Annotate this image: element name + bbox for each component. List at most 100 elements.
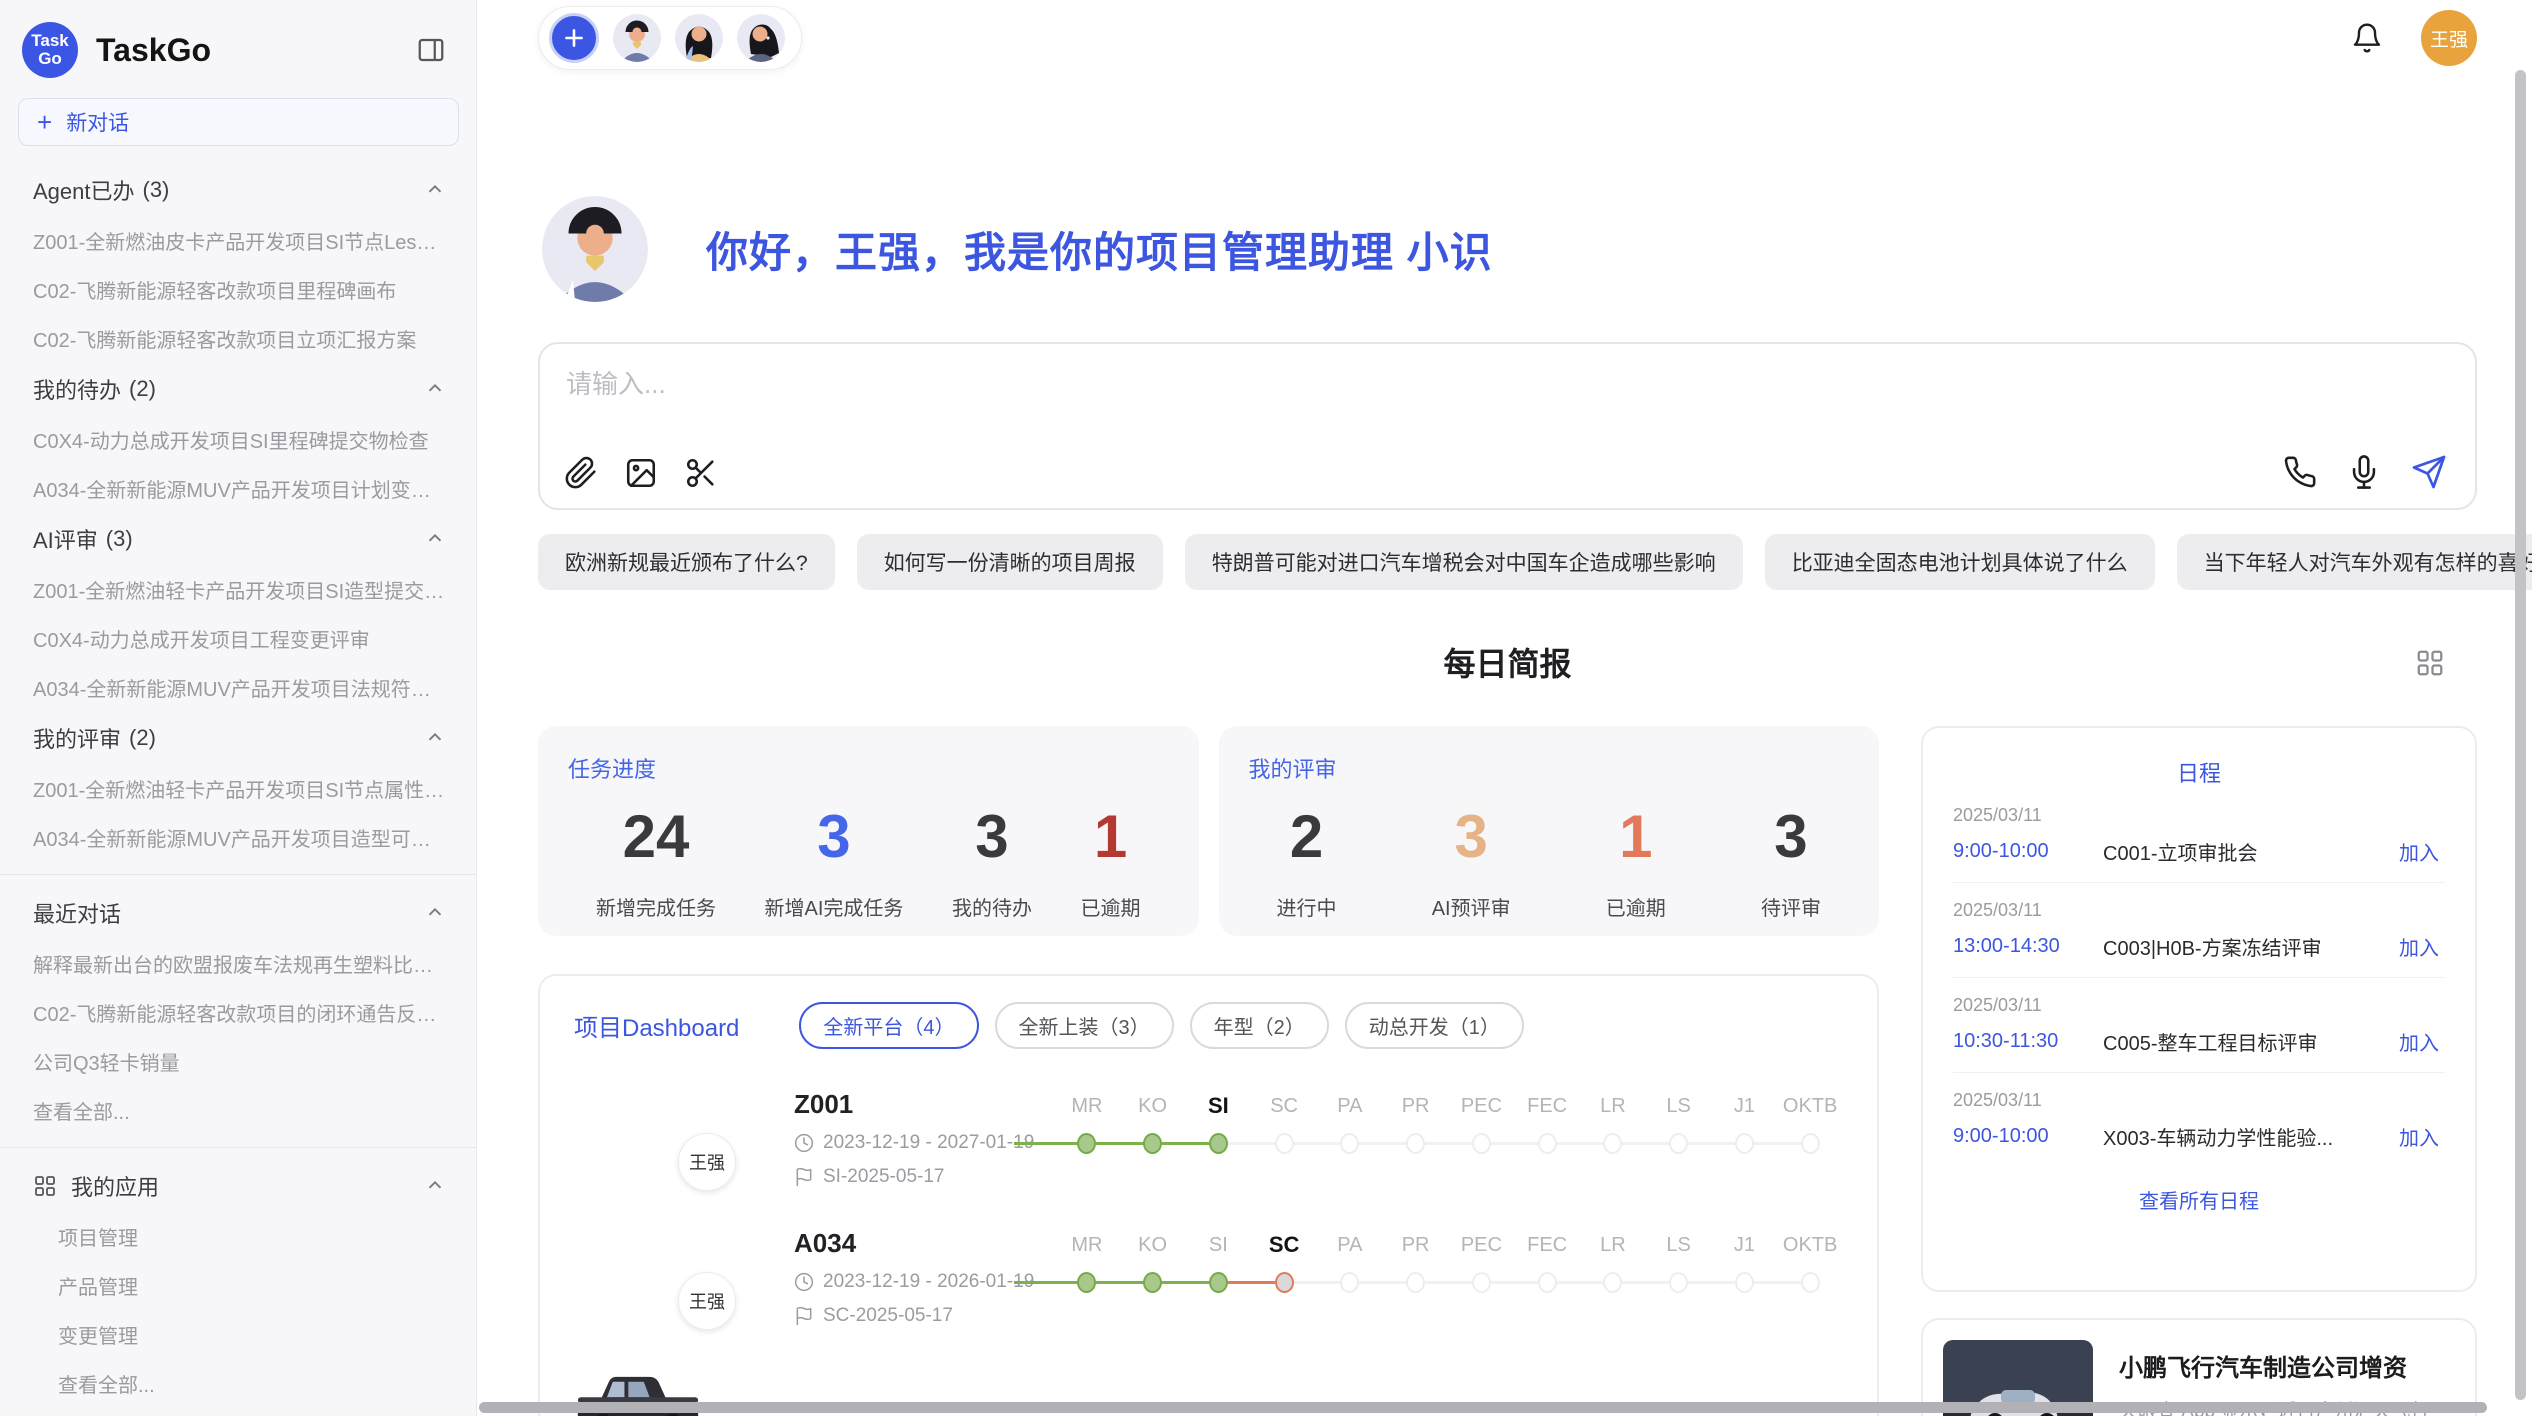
sidebar-section-header[interactable]: AI评审 (3): [0, 513, 476, 565]
milestone-dot: [1538, 1133, 1557, 1154]
horizontal-scrollbar[interactable]: [479, 1402, 2487, 1413]
sidebar-item[interactable]: 公司Q3轻卡销量: [0, 1037, 476, 1086]
apps-see-all[interactable]: 查看全部...: [0, 1359, 476, 1408]
join-button[interactable]: 加入: [2393, 836, 2445, 867]
suggestion-chip[interactable]: 如何写一份清晰的项目周报: [857, 534, 1163, 590]
sidebar-item[interactable]: 项目管理: [0, 1212, 476, 1261]
dashboard-tabs: 全新平台（4） 全新上装（3） 年型（2） 动总开发（1）: [799, 1002, 1524, 1049]
suggestion-chip[interactable]: 特朗普可能对进口汽车增税会对中国车企造成哪些影响: [1185, 534, 1743, 590]
bell-icon[interactable]: [2347, 18, 2387, 58]
project-dashboard-title: 项目Dashboard: [574, 1008, 739, 1043]
phone-icon[interactable]: [2283, 455, 2317, 489]
stat: 1 已逾期: [1081, 804, 1141, 921]
clock-icon: [794, 1272, 814, 1292]
join-button[interactable]: 加入: [2393, 931, 2445, 962]
sidebar-link[interactable]: 我的云空间: [0, 1408, 476, 1416]
sidebar-section-header[interactable]: 我的待办 (2): [0, 363, 476, 415]
add-conversation-button[interactable]: [549, 13, 599, 63]
milestone-label: LR: [1600, 1230, 1626, 1260]
project-row[interactable]: 王强 Z001 2023-12-19 - 2027-01-19 SI-2025-…: [574, 1089, 1843, 1188]
sidebar-item[interactable]: 产品管理: [0, 1261, 476, 1310]
plus-icon: +: [37, 107, 52, 138]
sidebar-section-header[interactable]: 我的评审 (2): [0, 712, 476, 764]
chat-input[interactable]: [564, 362, 1923, 436]
divider: [0, 874, 476, 875]
milestone-label: LS: [1666, 1230, 1690, 1260]
sidebar-item[interactable]: C0X4-动力总成开发项目工程变更评审: [0, 614, 476, 663]
section-count: (2): [129, 725, 156, 751]
section-title: 我的应用: [71, 1170, 159, 1202]
new-chat-button[interactable]: + 新对话: [18, 98, 459, 146]
dashboard-tab[interactable]: 动总开发（1）: [1345, 1002, 1524, 1049]
image-icon[interactable]: [624, 456, 658, 490]
layout-grid-icon[interactable]: [2411, 644, 2449, 682]
vertical-scrollbar[interactable]: [2515, 70, 2526, 1400]
section-title: 最近对话: [33, 897, 121, 929]
sidebar-item[interactable]: A034-全新新能源MUV产品开发项目法规符合性评审: [0, 663, 476, 712]
sidebar-section-header[interactable]: Agent已办 (3): [0, 164, 476, 216]
milestone-label: SI: [1208, 1091, 1229, 1121]
news-title: 小鹏飞行汽车制造公司增资: [2119, 1348, 2455, 1383]
user-avatar[interactable]: 王强: [2421, 10, 2477, 66]
my-apps-header[interactable]: 我的应用: [0, 1160, 476, 1212]
suggestion-chip[interactable]: 比亚迪全固态电池计划具体说了什么: [1765, 534, 2155, 590]
stat-value: 3: [975, 804, 1008, 870]
milestone-dot: [1275, 1272, 1294, 1293]
avatar[interactable]: [675, 14, 723, 62]
milestone-dot: [1406, 1272, 1425, 1293]
dashboard-tab[interactable]: 全新上装（3）: [995, 1002, 1174, 1049]
recent-chats-header[interactable]: 最近对话: [0, 887, 476, 939]
sidebar-item[interactable]: C02-飞腾新能源轻客改款项目立项汇报方案: [0, 314, 476, 363]
milestone: OKTB: [1777, 1230, 1843, 1293]
chevron-up-icon: [424, 1175, 446, 1197]
sidebar-item[interactable]: A034-全新新能源MUV产品开发项目计划变更表编写: [0, 464, 476, 513]
sidebar-item[interactable]: Z001-全新燃油轻卡产品开发项目SI造型提交物评审: [0, 565, 476, 614]
milestone-dot: [1735, 1272, 1754, 1293]
sidebar-item[interactable]: 解释最新出台的欧盟报废车法规再生塑料比例被调至15%...: [0, 939, 476, 988]
milestone-label: LR: [1600, 1091, 1626, 1121]
suggestion-chip[interactable]: 当下年轻人对汽车外观有怎样的喜好趋势: [2177, 534, 2532, 590]
scissors-icon[interactable]: [684, 456, 718, 490]
sidebar-item[interactable]: 变更管理: [0, 1310, 476, 1359]
schedule-time: 13:00-14:30: [1953, 935, 2081, 958]
sidebar-item[interactable]: Z001-全新燃油轻卡产品开发项目SI节点属性5D文件评审: [0, 764, 476, 813]
stat-label: 已逾期: [1081, 892, 1141, 921]
sidebar-item[interactable]: C02-飞腾新能源轻客改款项目的闭环通告反馈情况: [0, 988, 476, 1037]
milestone-label: PA: [1337, 1091, 1362, 1121]
view-all-schedule-link[interactable]: 查看所有日程: [1953, 1185, 2445, 1214]
logo-line1: Task: [31, 32, 69, 50]
join-button[interactable]: 加入: [2393, 1121, 2445, 1152]
mic-icon[interactable]: [2347, 455, 2381, 489]
milestone-dot: [1143, 1272, 1162, 1293]
milestone-dot: [1538, 1272, 1557, 1293]
project-rows: 王强 Z001 2023-12-19 - 2027-01-19 SI-2025-…: [574, 1089, 1843, 1327]
sidebar-item[interactable]: A034-全新新能源MUV产品开发项目造型可行性评审: [0, 813, 476, 862]
daily-briefing-title: 每日简报: [1443, 639, 1571, 685]
dashboard-tab[interactable]: 全新平台（4）: [799, 1002, 978, 1049]
stat-value: 3: [1774, 804, 1807, 870]
chevron-up-icon: [424, 902, 446, 924]
milestone-label: PEC: [1461, 1230, 1502, 1260]
stat-label: 新增完成任务: [596, 892, 716, 921]
app-logo: Task Go: [22, 22, 78, 78]
dashboard-tab[interactable]: 年型（2）: [1190, 1002, 1329, 1049]
milestone-dot: [1801, 1272, 1820, 1293]
collapse-sidebar-icon[interactable]: [412, 31, 450, 69]
join-button[interactable]: 加入: [2393, 1026, 2445, 1057]
attach-icon[interactable]: [564, 456, 598, 490]
recent-see-all[interactable]: 查看全部...: [0, 1086, 476, 1135]
sidebar-item[interactable]: Z001-全新燃油皮卡产品开发项目SI节点Lesson Learn报告: [0, 216, 476, 265]
avatar[interactable]: [613, 14, 661, 62]
milestone: OKTB: [1777, 1091, 1843, 1154]
project-row[interactable]: 王强 A034 2023-12-19 - 2026-01-19 SC-2025-…: [574, 1228, 1843, 1327]
app-root: Task Go TaskGo + 新对话 Agent已办 (3) Z001-全新…: [0, 0, 2532, 1416]
milestone-label: OKTB: [1783, 1230, 1837, 1260]
project-dashboard-card: 项目Dashboard 全新平台（4） 全新上装（3） 年型（2） 动总开发（1） 王…: [538, 974, 1879, 1416]
avatar[interactable]: [737, 14, 785, 62]
stat: 3 新增AI完成任务: [765, 804, 904, 921]
schedule-entry: 2025/03/11 10:30-11:30 C005-整车工程目标评审 加入: [1953, 978, 2445, 1073]
sidebar-item[interactable]: C02-飞腾新能源轻客改款项目里程碑画布: [0, 265, 476, 314]
send-icon[interactable]: [2411, 454, 2447, 490]
sidebar-item[interactable]: C0X4-动力总成开发项目SI里程碑提交物检查: [0, 415, 476, 464]
suggestion-chip[interactable]: 欧洲新规最近颁布了什么?: [538, 534, 835, 590]
